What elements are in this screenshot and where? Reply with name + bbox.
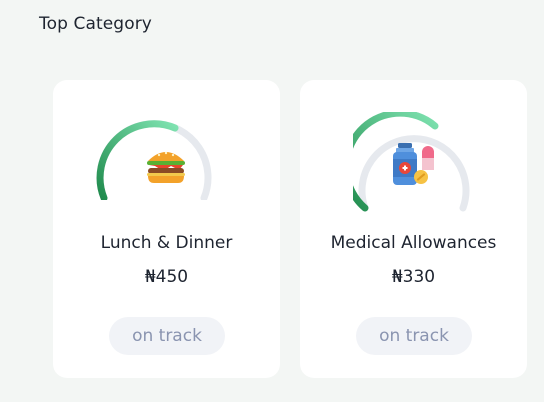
- status-badge: on track: [356, 317, 472, 355]
- status-badge: on track: [109, 317, 225, 355]
- category-name: Lunch & Dinner: [100, 233, 233, 253]
- category-card-medical-allowances[interactable]: Medical Allowances ₦330 on track: [300, 80, 527, 378]
- category-amount: ₦330: [391, 267, 436, 287]
- medicine-icon: [393, 143, 434, 185]
- category-name: Medical Allowances: [330, 233, 497, 253]
- section-title: Top Category: [39, 14, 152, 34]
- category-card-lunch-dinner[interactable]: Lunch & Dinner ₦450 on track: [53, 80, 280, 378]
- category-amount: ₦450: [144, 267, 189, 287]
- burger-icon: [147, 151, 185, 183]
